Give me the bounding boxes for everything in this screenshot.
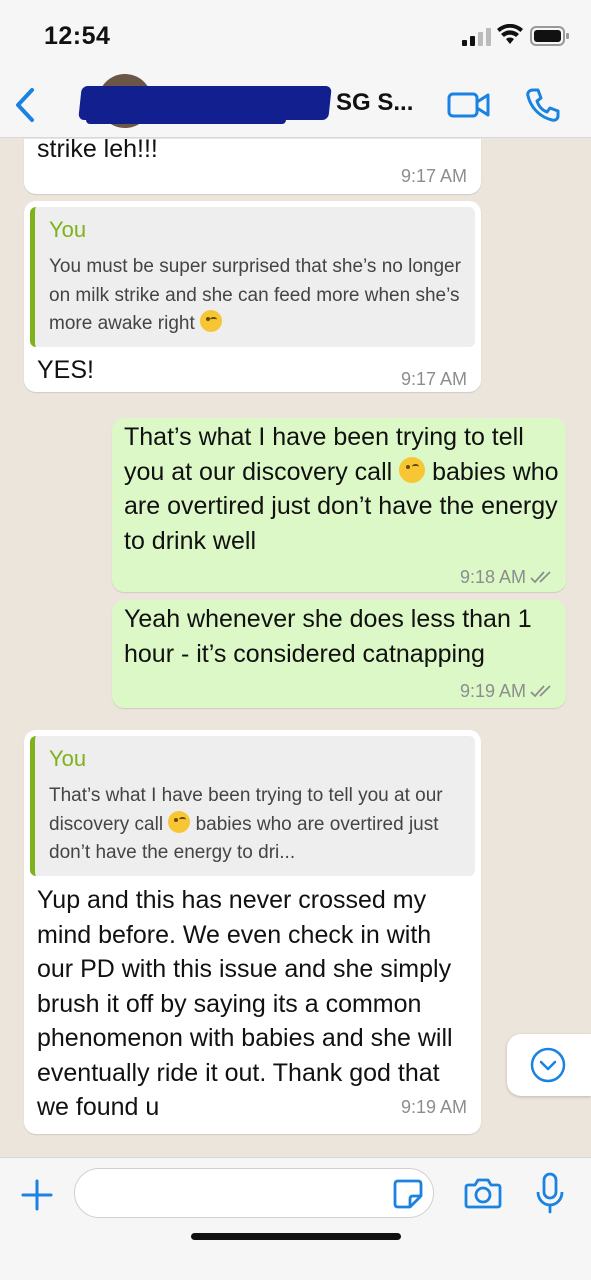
chevron-down-circle-icon xyxy=(530,1047,566,1083)
wifi-icon xyxy=(497,24,523,44)
message-time: 9:17 AM xyxy=(400,166,467,186)
incoming-message[interactable]: You You must be super surprised that she… xyxy=(24,201,481,392)
redaction-mark-lower xyxy=(86,112,286,124)
quoted-reply[interactable]: You That’s what I have been trying to te… xyxy=(30,736,475,876)
phone-call-icon[interactable] xyxy=(524,86,562,124)
scroll-to-bottom-button[interactable] xyxy=(507,1034,591,1096)
back-chevron-icon[interactable] xyxy=(10,86,40,124)
double-check-icon xyxy=(530,571,551,584)
outgoing-message[interactable]: That’s what I have been trying to tell y… xyxy=(112,418,566,592)
message-text: YES! xyxy=(37,356,94,384)
quote-text: That’s what I have been trying to tell y… xyxy=(49,785,443,863)
outgoing-message[interactable]: Yeah whenever she does less than 1 hour … xyxy=(112,600,566,708)
home-indicator xyxy=(191,1233,401,1240)
microphone-icon[interactable] xyxy=(536,1172,564,1214)
status-bar: 12:54 xyxy=(0,0,591,72)
incoming-message[interactable]: You That’s what I have been trying to te… xyxy=(24,730,481,1134)
battery-icon xyxy=(530,26,569,46)
message-time: 9:19 AM xyxy=(400,1097,467,1117)
quote-author: You xyxy=(49,217,87,242)
quote-text: You must be super surprised that she’s n… xyxy=(49,256,461,334)
winking-face-emoji xyxy=(168,810,191,833)
composer-bar xyxy=(0,1157,591,1280)
message-time: 9:18 AM xyxy=(459,567,526,587)
message-text: Yup and this has never crossed my mind b… xyxy=(37,886,453,1121)
message-text: That’s what I have been trying to tell y… xyxy=(124,423,559,555)
camera-icon[interactable] xyxy=(464,1176,502,1210)
quoted-reply[interactable]: You You must be super surprised that she… xyxy=(30,207,475,347)
winking-face-emoji xyxy=(399,456,426,483)
incoming-message[interactable]: ▬▬▬▬ ▬▬▬▬ ▬▬ ▬▬▬▬▬ ▬▬▬ ▬▬▬▬ strike leh!!… xyxy=(24,139,481,194)
message-time: 9:19 AM xyxy=(459,681,526,701)
message-text: strike leh!!! xyxy=(37,139,158,163)
cellular-signal-icon xyxy=(462,28,491,46)
video-call-icon[interactable] xyxy=(446,89,492,121)
message-text: Yeah whenever she does less than 1 hour … xyxy=(124,605,532,668)
plus-icon[interactable] xyxy=(20,1178,54,1212)
message-list[interactable]: ▬▬▬▬ ▬▬▬▬ ▬▬ ▬▬▬▬▬ ▬▬▬ ▬▬▬▬ strike leh!!… xyxy=(0,139,591,1157)
sticker-icon[interactable] xyxy=(392,1178,424,1210)
contact-name[interactable]: SG S... xyxy=(336,89,413,117)
winking-face-emoji xyxy=(200,310,223,332)
quote-author: You xyxy=(49,746,87,771)
chat-header: SG S... xyxy=(0,72,591,138)
status-time: 12:54 xyxy=(44,22,111,50)
message-input[interactable] xyxy=(74,1168,434,1218)
double-check-icon xyxy=(530,685,551,698)
message-time: 9:17 AM xyxy=(400,369,467,389)
